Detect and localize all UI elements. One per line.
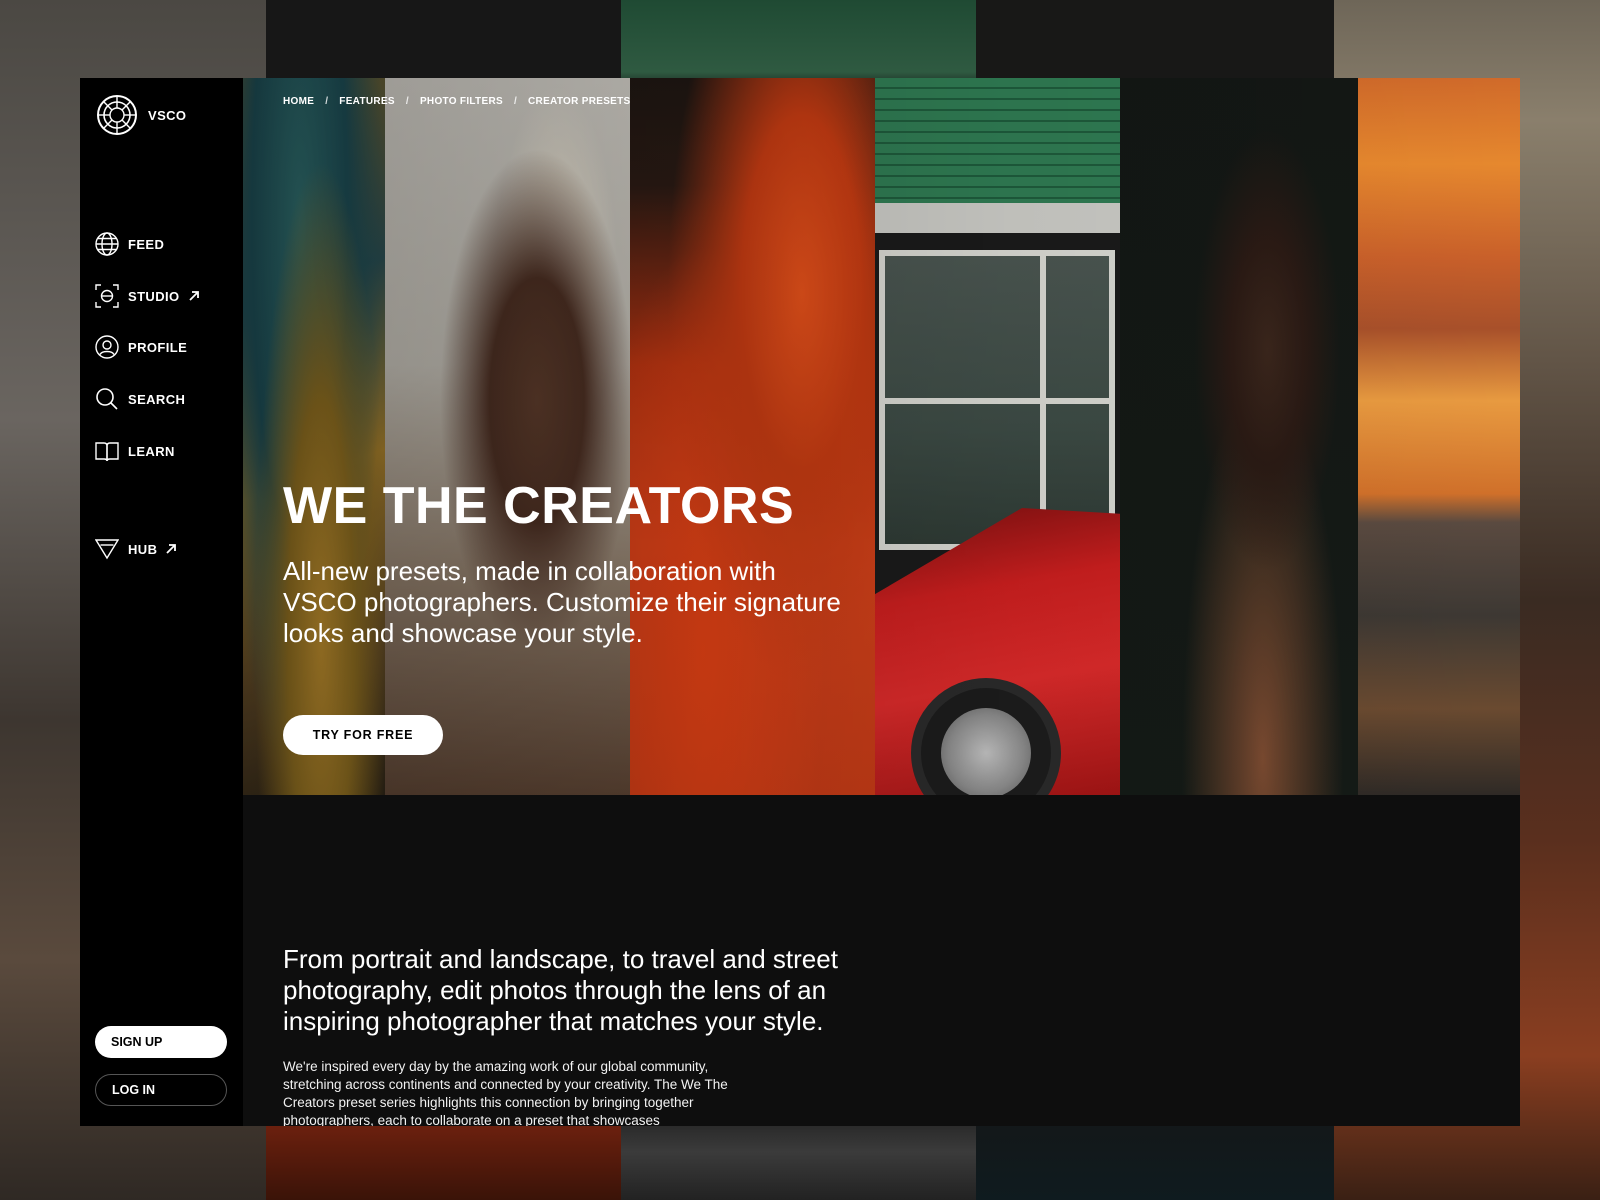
hero-subtitle: All-new presets, made in collaboration w… bbox=[283, 556, 841, 648]
nav-item-learn[interactable]: LEARN bbox=[94, 437, 175, 465]
profile-icon bbox=[94, 334, 120, 360]
nav-label-studio: STUDIO bbox=[128, 288, 180, 304]
nav-label-feed: FEED bbox=[128, 236, 165, 252]
hero-title: WE THE CREATORS bbox=[283, 477, 795, 535]
login-button[interactable]: LOG IN bbox=[95, 1074, 227, 1106]
section-body-text: We're inspired every day by the amazing … bbox=[283, 1059, 728, 1126]
breadcrumb-separator: / bbox=[325, 96, 329, 107]
search-icon bbox=[94, 386, 120, 412]
nav-item-hub[interactable]: HUB bbox=[94, 535, 177, 563]
external-arrow-icon bbox=[188, 290, 200, 302]
breadcrumb-home[interactable]: HOME bbox=[283, 96, 314, 107]
brand-name: VSCO bbox=[148, 107, 187, 123]
signup-button[interactable]: SIGN UP bbox=[95, 1026, 227, 1058]
nav-item-search[interactable]: SEARCH bbox=[94, 385, 185, 413]
sidebar: VSCO FEED STUDIO PROFILE SEARCH LEARN HU… bbox=[80, 78, 243, 1126]
nav-label-search: SEARCH bbox=[128, 391, 186, 407]
vsco-page-window: VSCO FEED STUDIO PROFILE SEARCH LEARN HU… bbox=[80, 78, 1520, 1126]
breadcrumb-separator: / bbox=[405, 96, 409, 107]
nav-item-feed[interactable]: FEED bbox=[94, 230, 164, 258]
studio-icon bbox=[94, 283, 120, 309]
breadcrumb-features[interactable]: FEATURES bbox=[339, 96, 395, 107]
nav-item-profile[interactable]: PROFILE bbox=[94, 333, 187, 361]
nav-label-learn: LEARN bbox=[128, 443, 175, 459]
book-icon bbox=[94, 438, 120, 464]
nav-item-studio[interactable]: STUDIO bbox=[94, 282, 200, 310]
breadcrumb: HOME / FEATURES / PHOTO FILTERS / CREATO… bbox=[283, 96, 631, 107]
section-heading: From portrait and landscape, to travel a… bbox=[283, 944, 838, 1036]
vsco-logo-icon bbox=[97, 95, 137, 135]
globe-icon bbox=[94, 231, 120, 257]
nav-label-profile: PROFILE bbox=[128, 339, 188, 355]
hero-banner: HOME / FEATURES / PHOTO FILTERS / CREATO… bbox=[243, 78, 1520, 795]
breadcrumb-photo-filters[interactable]: PHOTO FILTERS bbox=[420, 96, 503, 107]
brand-logo[interactable]: VSCO bbox=[96, 94, 186, 136]
breadcrumb-creator-presets[interactable]: CREATOR PRESETS bbox=[528, 96, 630, 107]
external-arrow-icon bbox=[165, 543, 177, 555]
breadcrumb-separator: / bbox=[513, 96, 518, 107]
try-for-free-button[interactable]: TRY FOR FREE bbox=[283, 715, 443, 755]
nav-label-hub: HUB bbox=[128, 541, 158, 557]
hub-triangle-icon bbox=[94, 536, 120, 562]
